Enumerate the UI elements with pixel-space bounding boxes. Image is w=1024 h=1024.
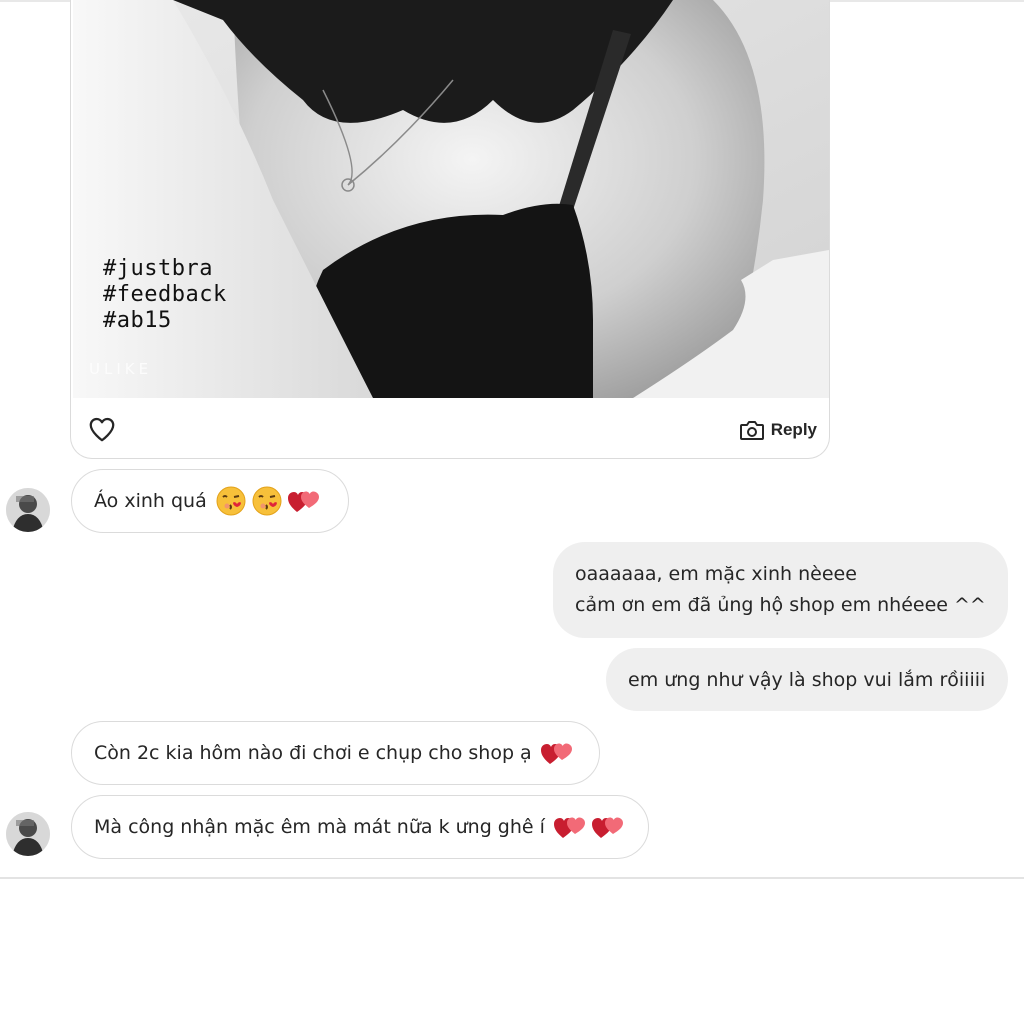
message-text: Còn 2c kia hôm nào đi chơi e chụp cho sh…	[94, 742, 532, 764]
message-text: Mà công nhận mặc êm mà mát nữa k ưng ghê…	[94, 816, 545, 838]
photo-watermark: ULIKE	[89, 360, 153, 378]
incoming-message: Mà công nhận mặc êm mà mát nữa k ưng ghê…	[71, 795, 649, 859]
outgoing-message: em ưng như vậy là shop vui lắm rồiiiii	[606, 648, 1008, 711]
shared-photo[interactable]: #justbra #feedback #ab15 ULIKE	[73, 0, 829, 398]
bottom-divider	[0, 877, 1024, 879]
hashtag: #feedback	[103, 282, 227, 307]
like-heart-icon[interactable]	[87, 414, 117, 444]
shared-photo-card: #justbra #feedback #ab15 ULIKE Reply	[70, 0, 830, 459]
incoming-message: Áo xinh quá	[71, 469, 349, 533]
two-hearts-icon	[553, 817, 585, 838]
kissing-face-icon	[252, 486, 282, 516]
kissing-face-icon	[216, 486, 246, 516]
message-text-line: cảm ơn em đã ủng hộ shop em nhéeee ^^	[575, 594, 986, 616]
two-hearts-icon	[591, 817, 623, 838]
photo-illustration	[73, 0, 829, 398]
message-text: em ưng như vậy là shop vui lắm rồiiiii	[628, 668, 986, 691]
reply-button[interactable]: Reply	[739, 416, 817, 444]
reply-label: Reply	[770, 420, 817, 439]
two-hearts-icon	[287, 491, 319, 512]
sender-avatar[interactable]	[6, 488, 50, 532]
outgoing-message: oaaaaaa, em mặc xinh nèeee cảm ơn em đã …	[553, 542, 1008, 638]
two-hearts-icon	[540, 743, 572, 764]
hashtag: #justbra	[103, 256, 213, 281]
message-text: Áo xinh quá	[94, 490, 207, 512]
photo-hashtags: #justbra #feedback #ab15	[103, 256, 227, 334]
incoming-message: Còn 2c kia hôm nào đi chơi e chụp cho sh…	[71, 721, 600, 785]
hashtag: #ab15	[103, 308, 172, 333]
message-text-line: oaaaaaa, em mặc xinh nèeee	[575, 563, 857, 585]
camera-icon	[739, 421, 764, 440]
sender-avatar[interactable]	[6, 812, 50, 856]
